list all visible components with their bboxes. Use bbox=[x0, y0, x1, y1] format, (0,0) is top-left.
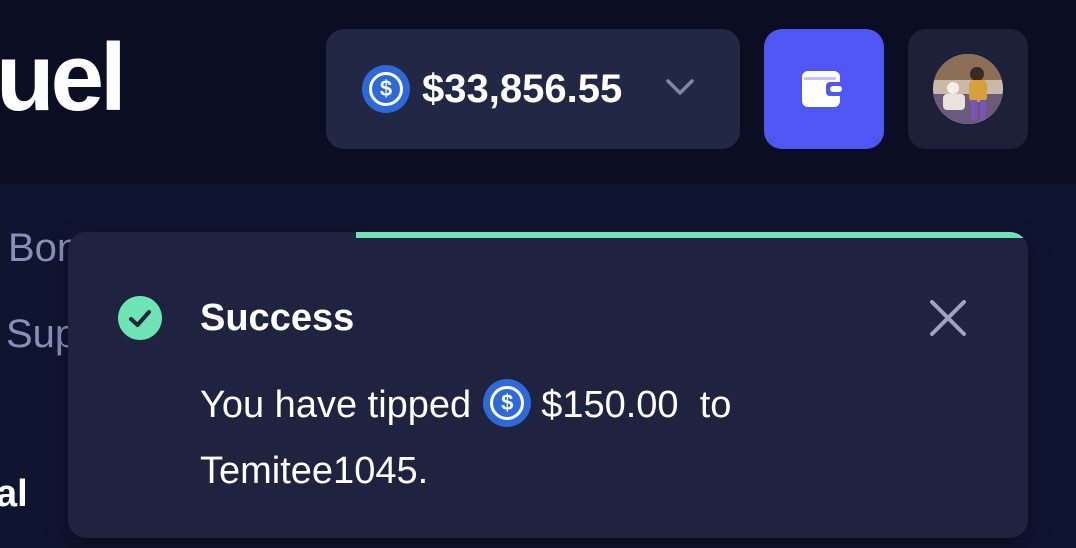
success-toast: Success You have tipped $ $150.00 to Temit… bbox=[68, 232, 1028, 538]
toast-title: Success bbox=[200, 297, 355, 339]
close-icon[interactable] bbox=[926, 296, 970, 340]
toast-progress-bar bbox=[356, 232, 1028, 238]
user-avatar bbox=[933, 54, 1003, 124]
message-middle: to bbox=[699, 384, 732, 426]
balance-dropdown[interactable]: $ $33,856.55 bbox=[326, 29, 740, 149]
tip-recipient: Temitee1045. bbox=[200, 450, 429, 492]
chevron-down-icon bbox=[666, 79, 694, 95]
message-prefix: You have tipped bbox=[200, 384, 472, 426]
wallet-icon bbox=[802, 71, 846, 107]
top-bar: uel $ $33,856.55 bbox=[0, 0, 1076, 184]
wallet-button[interactable] bbox=[764, 29, 884, 149]
check-circle-icon bbox=[118, 296, 162, 340]
tip-amount: $150.00 bbox=[541, 384, 679, 426]
balance-amount: $33,856.55 bbox=[422, 67, 623, 111]
background-nav-item: Sup bbox=[6, 312, 78, 356]
profile-button[interactable] bbox=[908, 29, 1028, 149]
brand-logo-text: uel bbox=[0, 24, 127, 131]
background-heading: al bbox=[0, 473, 28, 515]
toast-message: You have tipped $ $150.00 to Temitee1045. bbox=[200, 372, 960, 504]
usdc-coin-icon: $ bbox=[362, 65, 410, 113]
usdc-coin-icon: $ bbox=[483, 379, 532, 427]
